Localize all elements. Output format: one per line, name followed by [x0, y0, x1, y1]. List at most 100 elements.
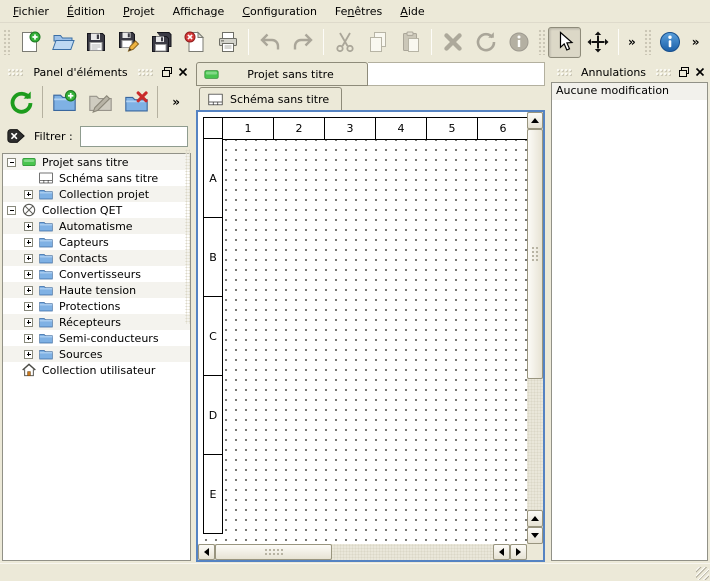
toolbar-separator [248, 29, 249, 55]
properties-button[interactable] [502, 27, 535, 58]
mode-toolbar-overflow-button[interactable]: » [623, 35, 641, 49]
close-project-button[interactable] [178, 27, 211, 58]
scroll-down-button[interactable] [527, 527, 543, 544]
tree-item-collection-utilisateur[interactable]: Collection utilisateur [3, 362, 190, 378]
tree-item-protections[interactable]: Protections [3, 298, 190, 314]
tab-projet-sans-titre[interactable]: Projet sans titre [196, 62, 368, 86]
copy-button[interactable] [361, 27, 394, 58]
save-all-button[interactable] [145, 27, 178, 58]
delete-category-button[interactable] [118, 84, 154, 120]
elements-tree: Projet sans titreSchéma sans titre Collec… [2, 153, 191, 561]
undo-button[interactable] [253, 27, 286, 58]
undo-icon [258, 30, 282, 54]
expand-icon[interactable] [24, 334, 33, 343]
tree-item-label: Collection projet [59, 188, 149, 201]
redo-button[interactable] [286, 27, 319, 58]
main-toolbar: »» [0, 24, 710, 60]
tree-item-projet-sans-titre[interactable]: Projet sans titre [3, 154, 190, 170]
resize-grip[interactable] [696, 567, 709, 580]
menu-affichage[interactable]: Affichage [164, 1, 234, 22]
close-dock-icon[interactable] [176, 66, 190, 79]
tree-item-schema-sans-titre[interactable]: Schéma sans titre [3, 170, 190, 186]
undo-panel-titlebar[interactable]: Annulations [549, 62, 710, 82]
expand-icon[interactable] [24, 286, 33, 295]
undo-list-item[interactable]: Aucune modification [552, 83, 707, 100]
tree-item-collection-projet[interactable]: Collection projet [3, 186, 190, 202]
expand-icon[interactable] [24, 302, 33, 311]
horizontal-scrollbar[interactable] [198, 544, 527, 560]
expand-icon[interactable] [24, 222, 33, 231]
folder-icon [38, 330, 54, 346]
filter-input[interactable] [80, 126, 188, 147]
expand-icon[interactable] [24, 238, 33, 247]
float-dock-icon[interactable] [677, 66, 691, 79]
new-category-button[interactable] [46, 84, 82, 120]
expand-icon[interactable] [24, 318, 33, 327]
toolbar-grip[interactable] [3, 29, 10, 55]
tree-item-contacts[interactable]: Contacts [3, 250, 190, 266]
tree-item-label: Capteurs [59, 236, 109, 249]
tree-item-capteurs[interactable]: Capteurs [3, 234, 190, 250]
menu-fichier[interactable]: Fichier [4, 1, 58, 22]
scroll-left-button[interactable] [198, 544, 215, 560]
vertical-scrollbar-thumb[interactable] [527, 129, 543, 379]
information-button[interactable] [654, 27, 687, 58]
scroll-up-button[interactable] [527, 112, 543, 129]
expand-icon[interactable] [24, 270, 33, 279]
cut-button[interactable] [328, 27, 361, 58]
collapse-icon[interactable] [7, 206, 16, 215]
expand-icon[interactable] [24, 254, 33, 263]
tree-item-label: Semi-conducteurs [59, 332, 159, 345]
copy-icon [366, 30, 390, 54]
toolbar-grip[interactable] [644, 29, 651, 55]
print-button[interactable] [211, 27, 244, 58]
panel-overflow-button[interactable]: » [162, 95, 190, 109]
save-button[interactable] [79, 27, 112, 58]
dock-handle-texture [7, 68, 24, 77]
scroll-up-button-2[interactable] [527, 510, 543, 527]
scroll-right-button[interactable] [510, 544, 527, 560]
scroll-left-button-2[interactable] [493, 544, 510, 560]
float-dock-icon[interactable] [160, 66, 174, 79]
selection-mode-button[interactable] [548, 27, 581, 58]
clear-filter-button[interactable] [5, 126, 27, 146]
folder-icon [38, 186, 54, 202]
menu-aide[interactable]: Aide [391, 1, 433, 22]
menu-projet[interactable]: Projet [114, 1, 164, 22]
tree-item-recepteurs[interactable]: Récepteurs [3, 314, 190, 330]
new-project-button[interactable] [13, 27, 46, 58]
vertical-scrollbar[interactable] [527, 112, 543, 544]
toolbar-separator [157, 86, 158, 118]
save-as-button[interactable] [112, 27, 145, 58]
tree-item-automatisme[interactable]: Automatisme [3, 218, 190, 234]
delete-button[interactable] [436, 27, 469, 58]
tree-scrollbar[interactable] [185, 149, 190, 324]
menu-fenetres[interactable]: Fenêtres [326, 1, 391, 22]
elements-panel-dock: Panel d'éléments » Filtrer : Projet sans… [0, 62, 193, 561]
toolbar-overflow-button[interactable]: » [687, 35, 705, 49]
expand-icon[interactable] [24, 350, 33, 359]
tree-item-sources[interactable]: Sources [3, 346, 190, 362]
toolbar-grip[interactable] [538, 29, 545, 55]
elements-panel-titlebar[interactable]: Panel d'éléments [0, 62, 193, 82]
horizontal-scrollbar-thumb[interactable] [215, 544, 332, 560]
rotate-button[interactable] [469, 27, 502, 58]
diagram-canvas[interactable]: 123456 ABCDE [198, 112, 527, 544]
tree-item-haute-tension[interactable]: Haute tension [3, 282, 190, 298]
collapse-icon[interactable] [7, 158, 16, 167]
menu-edition[interactable]: Édition [58, 1, 114, 22]
pan-mode-button[interactable] [581, 27, 614, 58]
edit-category-button[interactable] [82, 84, 118, 120]
open-project-button[interactable] [46, 27, 79, 58]
reload-collections-button[interactable] [3, 84, 39, 120]
close-dock-icon[interactable] [693, 66, 707, 79]
expand-icon[interactable] [24, 190, 33, 199]
tree-item-collection-qet[interactable]: Collection QET [3, 202, 190, 218]
paste-button[interactable] [394, 27, 427, 58]
tab-schema-sans-titre[interactable]: Schéma sans titre [199, 87, 342, 110]
tree-item-semi-conducteurs[interactable]: Semi-conducteurs [3, 330, 190, 346]
undo-list: Aucune modification [551, 82, 708, 561]
tree-item-convertisseurs[interactable]: Convertisseurs [3, 266, 190, 282]
project-view: Projet sans titre Schéma sans titre 1234… [196, 62, 545, 562]
menu-configuration[interactable]: Configuration [233, 1, 326, 22]
